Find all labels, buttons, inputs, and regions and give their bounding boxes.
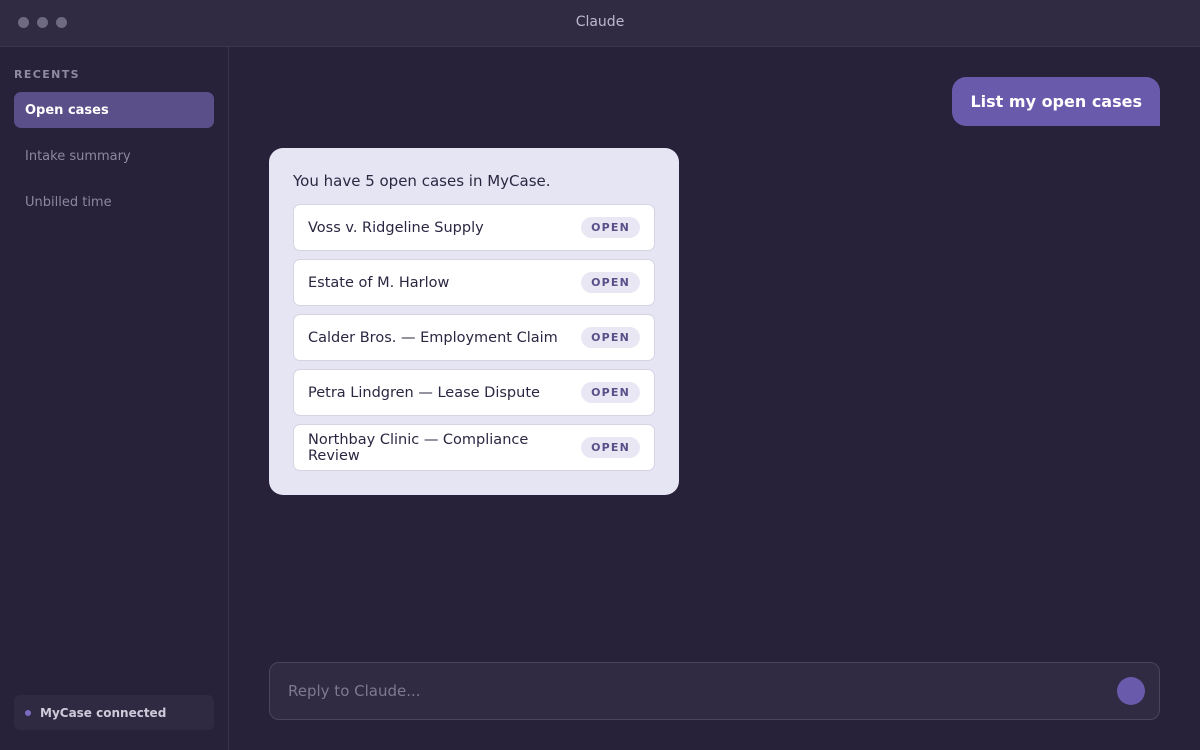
status-badge: OPEN [581,217,640,238]
window-title: Claude [575,14,625,30]
sidebar-item-unbilled-time[interactable]: Unbilled time [14,184,214,220]
status-badge: OPEN [581,437,640,458]
case-name: Voss v. Ridgeline Supply [308,219,484,236]
case-row[interactable]: Estate of M. Harlow OPEN [293,259,655,306]
status-dot-icon [25,709,31,716]
case-row[interactable]: Petra Lindgren — Lease Dispute OPEN [293,369,655,416]
case-name: Estate of M. Harlow [308,274,450,291]
case-row[interactable]: Voss v. Ridgeline Supply OPEN [293,204,655,251]
send-button[interactable] [1117,677,1145,705]
sidebar: RECENTS Open cases Intake summary Unbill… [0,47,229,750]
case-row[interactable]: Calder Bros. — Employment Claim OPEN [293,314,655,361]
case-row[interactable]: Northbay Clinic — Compliance Review OPEN [293,424,655,471]
case-name: Northbay Clinic — Compliance Review [308,431,529,464]
connector-status[interactable]: MyCase connected [14,695,214,730]
title-bar: Claude [0,0,1200,47]
status-badge: OPEN [581,272,640,293]
sidebar-item-intake-summary[interactable]: Intake summary [14,138,214,174]
assistant-intro: You have 5 open cases in MyCase. [293,172,551,190]
sidebar-item-open-cases[interactable]: Open cases [14,92,214,128]
status-badge: OPEN [581,327,640,348]
case-name: Petra Lindgren — Lease Dispute [308,384,540,401]
reply-input[interactable] [288,682,1068,700]
case-name: Calder Bros. — Employment Claim [308,329,558,346]
connector-label: MyCase connected [40,705,167,720]
composer [269,662,1160,720]
status-badge: OPEN [581,382,640,403]
assistant-message: You have 5 open cases in MyCase. Voss v.… [269,148,679,495]
user-message: List my open cases [952,77,1160,126]
recents-label: RECENTS [14,68,81,81]
